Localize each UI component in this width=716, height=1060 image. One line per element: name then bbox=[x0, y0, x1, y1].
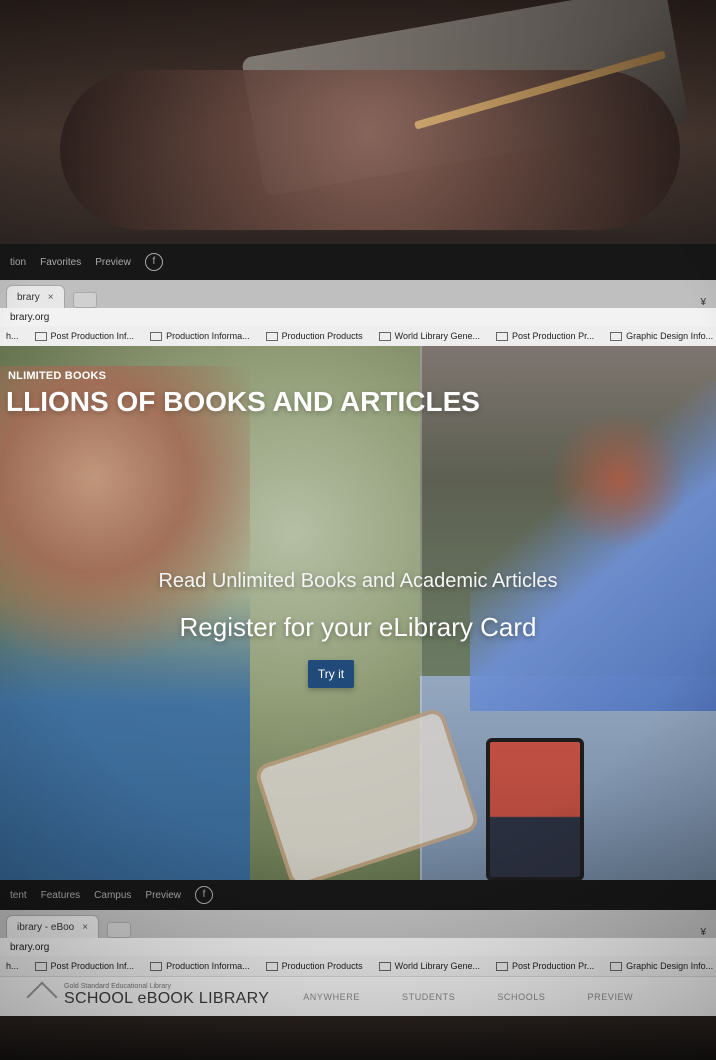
hero-banner: NLIMITED BOOKS LLIONS OF BOOKS AND ARTIC… bbox=[0, 346, 716, 880]
top-site-nav: tion Favorites Preview f bbox=[0, 244, 716, 280]
site-nav: ANYWHERE STUDENTS SCHOOLS PREVIEW bbox=[303, 992, 633, 1002]
new-tab-button[interactable] bbox=[107, 922, 132, 938]
bookmark-item[interactable]: World Library Gene... bbox=[379, 331, 480, 341]
top-photo-band bbox=[0, 0, 716, 244]
nav-item[interactable]: SCHOOLS bbox=[497, 992, 545, 1002]
address-bar-text: brary.org bbox=[10, 311, 50, 323]
bookmark-item[interactable]: Post Production Pr... bbox=[496, 331, 594, 341]
bookmark-item[interactable]: Graphic Design Info... bbox=[610, 961, 713, 971]
nav-item[interactable]: PREVIEW bbox=[588, 992, 634, 1002]
browser-tabstrip: brary × ¥ bbox=[0, 280, 716, 308]
screenshot-stage: tion Favorites Preview f brary × ¥ brary… bbox=[0, 0, 716, 1060]
browser-menu-icon[interactable]: ¥ bbox=[700, 297, 706, 308]
bookmarks-bar: h... Post Production Inf... Production I… bbox=[0, 326, 716, 346]
browser-menu-icon[interactable]: ¥ bbox=[700, 927, 706, 938]
site-logo[interactable]: Gold Standard Educational Library SCHOOL… bbox=[28, 983, 270, 1008]
hand-graphic bbox=[60, 70, 680, 230]
close-tab-icon[interactable]: × bbox=[48, 292, 54, 303]
bookmark-item[interactable]: Production Products bbox=[266, 961, 363, 971]
woman-arms-up-image bbox=[470, 381, 716, 711]
nav-item[interactable]: Campus bbox=[94, 890, 131, 901]
bookmark-item[interactable]: Post Production Pr... bbox=[496, 961, 594, 971]
hero-subheading: Read Unlimited Books and Academic Articl… bbox=[158, 570, 558, 592]
bookmark-item[interactable]: h... bbox=[6, 961, 19, 971]
bookmark-item[interactable]: World Library Gene... bbox=[379, 961, 480, 971]
hero-headline: LLIONS OF BOOKS AND ARTICLES bbox=[6, 386, 480, 417]
nav-item[interactable]: Features bbox=[41, 890, 80, 901]
ebook-cover-graphic bbox=[486, 738, 584, 880]
nav-item[interactable]: Favorites bbox=[40, 257, 81, 268]
try-it-button[interactable]: Try it bbox=[308, 660, 354, 688]
browser-chrome-top: brary × ¥ brary.org h... Post Production… bbox=[0, 280, 716, 346]
bottom-photo-band bbox=[0, 1016, 716, 1060]
browser-chrome-bottom: ibrary - eBoo × ¥ brary.org h... Post Pr… bbox=[0, 910, 716, 976]
house-icon bbox=[28, 986, 54, 1008]
browser-tab-title: ibrary - eBoo bbox=[17, 921, 75, 933]
site-header: Gold Standard Educational Library SCHOOL… bbox=[0, 976, 716, 1016]
address-bar[interactable]: brary.org bbox=[0, 308, 716, 326]
browser-tab[interactable]: brary × bbox=[6, 285, 65, 308]
nav-item[interactable]: ANYWHERE bbox=[303, 992, 360, 1002]
browser-tab[interactable]: ibrary - eBoo × bbox=[6, 915, 100, 938]
bookmark-item[interactable]: Production Products bbox=[266, 331, 363, 341]
logo-title: SCHOOL eBOOK LIBRARY bbox=[64, 990, 270, 1007]
nav-item[interactable]: tent bbox=[10, 890, 27, 901]
nav-item[interactable]: STUDENTS bbox=[402, 992, 455, 1002]
hero-eyebrow: NLIMITED BOOKS bbox=[8, 370, 107, 382]
bookmark-item[interactable]: h... bbox=[6, 331, 19, 341]
browser-tabstrip: ibrary - eBoo × ¥ bbox=[0, 910, 716, 938]
nav-item[interactable]: Preview bbox=[95, 257, 131, 268]
new-tab-button[interactable] bbox=[72, 292, 97, 308]
bookmark-item[interactable]: Post Production Inf... bbox=[35, 961, 135, 971]
facebook-icon[interactable]: f bbox=[194, 886, 213, 904]
bookmark-item[interactable]: Production Informa... bbox=[150, 331, 250, 341]
address-bar[interactable]: brary.org bbox=[0, 938, 716, 956]
close-tab-icon[interactable]: × bbox=[82, 922, 88, 933]
browser-tab-title: brary bbox=[17, 291, 40, 303]
hero-register-text: Register for your eLibrary Card bbox=[179, 612, 537, 642]
nav-item[interactable]: Preview bbox=[145, 890, 181, 901]
bookmark-item[interactable]: Production Informa... bbox=[150, 961, 250, 971]
bookmark-item[interactable]: Graphic Design Info... bbox=[610, 331, 713, 341]
bookmark-item[interactable]: Post Production Inf... bbox=[35, 331, 135, 341]
bookmarks-bar: h... Post Production Inf... Production I… bbox=[0, 956, 716, 976]
facebook-icon[interactable]: f bbox=[144, 253, 163, 271]
address-bar-text: brary.org bbox=[10, 941, 50, 953]
logo-subtitle: Gold Standard Educational Library bbox=[64, 983, 172, 990]
bottom-site-nav: tent Features Campus Preview f bbox=[0, 880, 716, 910]
nav-item[interactable]: tion bbox=[10, 257, 26, 268]
